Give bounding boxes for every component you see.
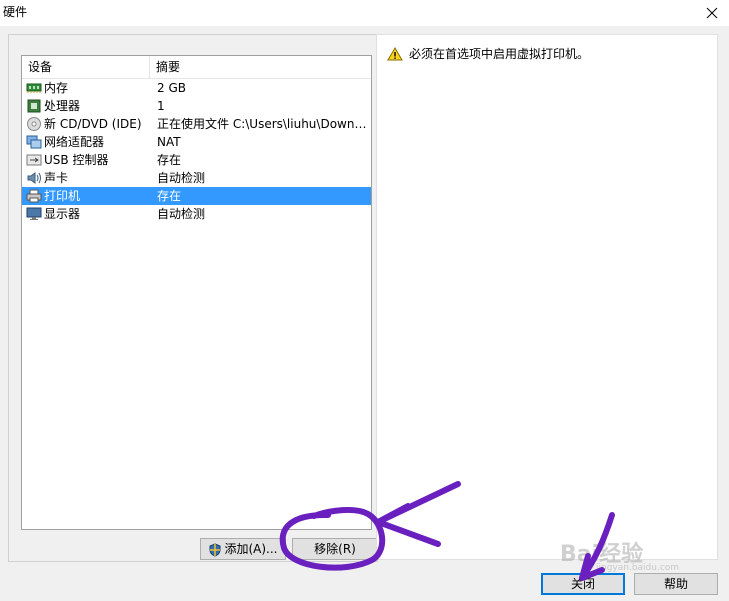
help-button[interactable]: 帮助 bbox=[634, 573, 718, 595]
watermark-url: jingyan.baidu.com bbox=[596, 563, 680, 573]
add-button[interactable]: 添加(A)... bbox=[200, 538, 286, 560]
printer-warning-message: 必须在首选项中启用虚拟打印机。 bbox=[409, 47, 590, 61]
processor-icon bbox=[27, 99, 41, 113]
list-item-sound-card[interactable]: 声卡 自动检测 bbox=[22, 169, 371, 187]
device-summary: 存在 bbox=[157, 189, 182, 203]
list-header: 设备 摘要 bbox=[22, 56, 371, 79]
close-icon bbox=[706, 7, 718, 19]
device-name: 声卡 bbox=[44, 171, 69, 185]
list-item-printer[interactable]: 打印机 存在 bbox=[22, 187, 371, 205]
cd-dvd-icon bbox=[27, 117, 41, 131]
printer-icon bbox=[26, 189, 42, 203]
device-name: 内存 bbox=[44, 81, 69, 95]
list-item-memory[interactable]: 内存 2 GB bbox=[22, 79, 371, 97]
window-title: 硬件 bbox=[3, 5, 28, 19]
warning-icon bbox=[387, 47, 403, 61]
hardware-list[interactable]: 设备 摘要 内存 2 GB 处理器 1 新 CD/DVD (IDE) 正在使用文… bbox=[21, 55, 372, 530]
network-adapter-icon bbox=[26, 135, 42, 149]
shield-icon bbox=[209, 542, 221, 557]
device-summary: 1 bbox=[157, 99, 165, 113]
close-button[interactable]: 关闭 bbox=[541, 573, 625, 595]
list-item-processor[interactable]: 处理器 1 bbox=[22, 97, 371, 115]
column-header-device[interactable]: 设备 bbox=[22, 56, 150, 78]
device-name: 新 CD/DVD (IDE) bbox=[44, 117, 142, 131]
device-summary: 自动检测 bbox=[157, 171, 206, 185]
device-name: USB 控制器 bbox=[44, 153, 109, 167]
device-summary: 2 GB bbox=[157, 81, 186, 95]
device-name: 网络适配器 bbox=[44, 135, 105, 149]
list-item-cd-dvd[interactable]: 新 CD/DVD (IDE) 正在使用文件 C:\Users\liuhu\Dow… bbox=[22, 115, 371, 133]
column-header-summary[interactable]: 摘要 bbox=[150, 56, 371, 78]
sound-card-icon bbox=[27, 172, 41, 184]
device-pane: 设备 摘要 内存 2 GB 处理器 1 新 CD/DVD (IDE) 正在使用文… bbox=[8, 34, 378, 562]
device-summary: 存在 bbox=[157, 153, 182, 167]
add-button-label: 添加(A)... bbox=[224, 542, 278, 556]
list-item-network-adapter[interactable]: 网络适配器 NAT bbox=[22, 133, 371, 151]
dialog-body: 设备 摘要 内存 2 GB 处理器 1 新 CD/DVD (IDE) 正在使用文… bbox=[0, 26, 729, 601]
memory-icon bbox=[26, 83, 42, 93]
list-item-display[interactable]: 显示器 自动检测 bbox=[22, 205, 371, 223]
device-name: 处理器 bbox=[44, 99, 81, 113]
device-summary: 正在使用文件 C:\Users\liuhu\Downl... bbox=[157, 117, 367, 131]
device-summary: 自动检测 bbox=[157, 207, 206, 221]
hardware-dialog: 硬件 设备 摘要 内存 2 GB 处理器 1 新 CD/DVD (IDE) 正在… bbox=[0, 0, 729, 601]
display-icon bbox=[26, 207, 42, 220]
title-bar: 硬件 bbox=[0, 0, 729, 26]
details-pane: 必须在首选项中启用虚拟打印机。 bbox=[376, 34, 718, 560]
device-name: 打印机 bbox=[44, 189, 81, 203]
device-summary: NAT bbox=[157, 135, 181, 149]
window-close-button[interactable] bbox=[697, 0, 727, 26]
list-item-usb-controller[interactable]: USB 控制器 存在 bbox=[22, 151, 371, 169]
usb-controller-icon bbox=[26, 154, 42, 166]
device-name: 显示器 bbox=[44, 207, 81, 221]
remove-button[interactable]: 移除(R) bbox=[292, 538, 378, 560]
